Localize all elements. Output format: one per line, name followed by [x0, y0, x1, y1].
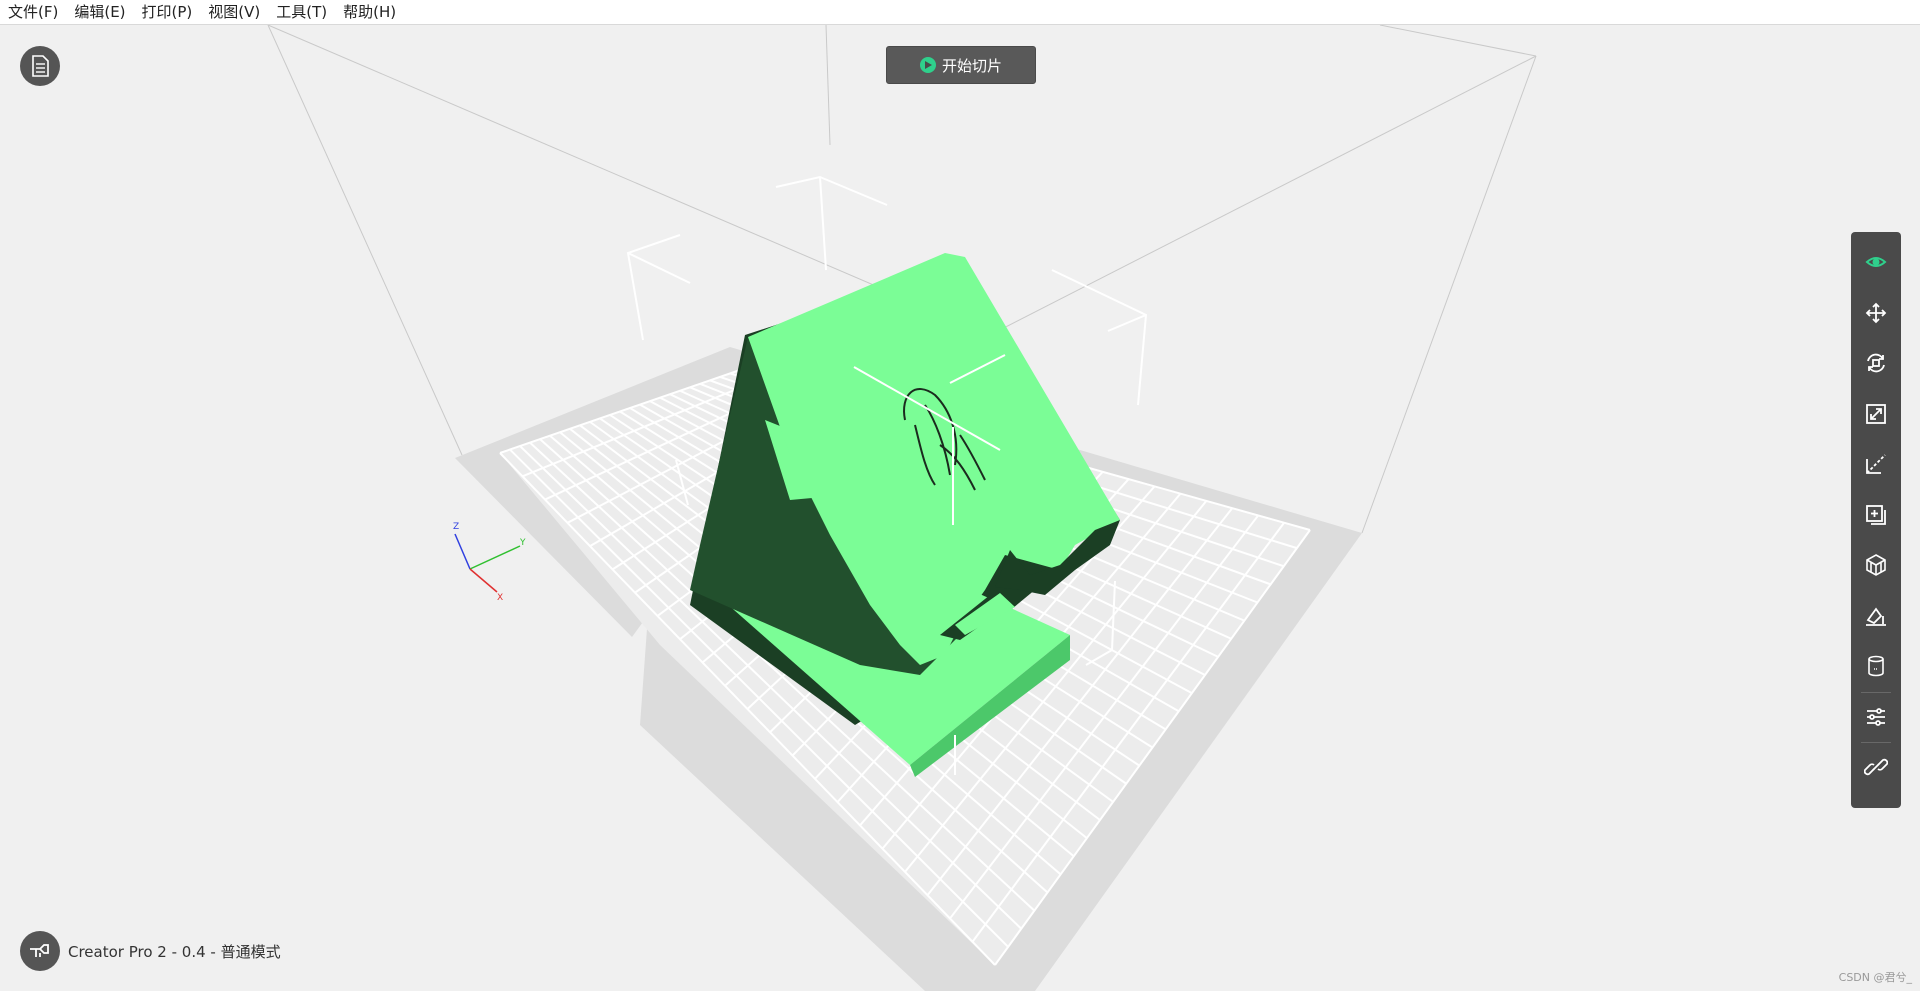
menu-view[interactable]: 视图(V)	[200, 0, 268, 24]
axis-z-label: Z	[453, 522, 459, 532]
tool-button-cut[interactable]	[1851, 439, 1901, 489]
printer-button[interactable]	[20, 931, 60, 971]
tool-button-move[interactable]	[1851, 288, 1901, 338]
menu-bar: 文件(F) 编辑(E) 打印(P) 视图(V) 工具(T) 帮助(H)	[0, 0, 1920, 25]
menu-help[interactable]: 帮助(H)	[335, 0, 404, 24]
menu-tools[interactable]: 工具(T)	[268, 0, 335, 24]
menu-edit[interactable]: 编辑(E)	[66, 0, 133, 24]
tool-button-eye[interactable]	[1851, 237, 1901, 287]
tool-button-rotate[interactable]	[1851, 338, 1901, 388]
eye-icon	[1865, 257, 1887, 267]
document-button[interactable]	[20, 46, 60, 86]
axis-indicator: Z Y X	[453, 522, 526, 603]
tool-button-link[interactable]	[1851, 742, 1901, 792]
link-icon	[1864, 758, 1888, 776]
add-model-icon	[1866, 504, 1886, 525]
cylinder-icon	[1868, 655, 1884, 677]
play-circle-icon	[919, 57, 936, 73]
tool-button-scale[interactable]	[1851, 389, 1901, 439]
tool-button-cylinder[interactable]	[1851, 641, 1901, 691]
watermark: CSDN @君兮_	[1838, 971, 1912, 984]
axis-y-label: Y	[519, 538, 526, 548]
rotate-icon	[1867, 353, 1885, 373]
axis-x-label: X	[497, 593, 503, 603]
document-icon	[32, 55, 49, 77]
build-scene[interactable]: Z Y X	[0, 25, 1920, 991]
tool-button-support[interactable]	[1851, 540, 1901, 590]
right-toolbar	[1851, 232, 1901, 808]
support-icon	[1866, 554, 1886, 576]
printer-profile-label: Creator Pro 2 - 0.4 - 普通模式	[68, 943, 281, 961]
printer-icon	[30, 944, 49, 957]
menu-file[interactable]: 文件(F)	[0, 0, 66, 24]
settings-sliders-icon	[1867, 707, 1885, 726]
place-on-face-icon	[1866, 606, 1886, 626]
start-slice-label: 开始切片	[941, 56, 1002, 75]
tool-button-add-model[interactable]	[1851, 490, 1901, 540]
tool-button-place-on-face[interactable]	[1851, 591, 1901, 641]
3d-viewport[interactable]: Z Y X 开始切片 Creator Pro 2 - 0.4 - 普通模式	[0, 25, 1920, 991]
tool-button-settings-sliders[interactable]	[1851, 692, 1901, 742]
move-icon	[1865, 302, 1887, 323]
start-slice-button[interactable]: 开始切片	[886, 46, 1036, 84]
scale-icon	[1866, 403, 1886, 424]
cut-icon	[1866, 454, 1886, 474]
menu-print[interactable]: 打印(P)	[134, 0, 201, 24]
